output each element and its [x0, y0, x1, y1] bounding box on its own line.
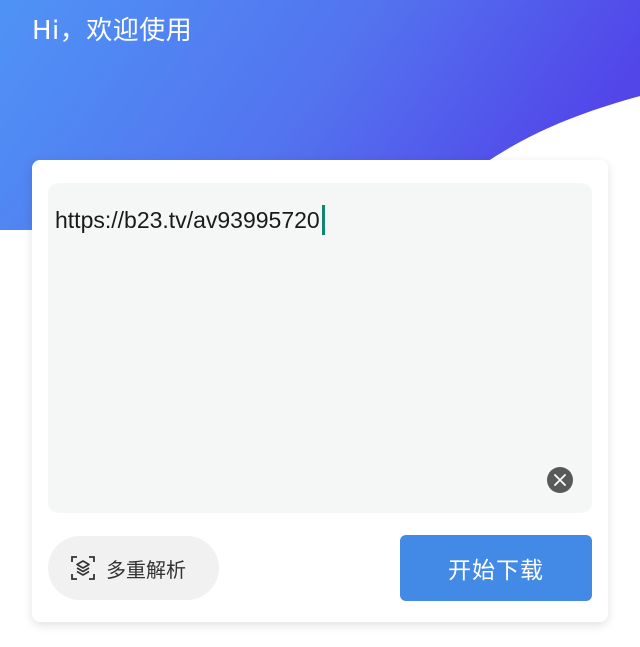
text-cursor	[321, 205, 325, 235]
url-input[interactable]: https://b23.tv/av93995720	[55, 205, 325, 235]
url-input-value: https://b23.tv/av93995720	[55, 206, 320, 233]
multi-parse-button[interactable]: 多重解析	[48, 536, 219, 600]
url-input-area[interactable]: https://b23.tv/av93995720	[48, 183, 592, 513]
multi-parse-label: 多重解析	[106, 557, 186, 582]
clear-input-button[interactable]	[547, 467, 573, 493]
greeting-title: Hi，欢迎使用	[32, 16, 193, 46]
scan-layers-icon	[70, 555, 96, 581]
start-download-button[interactable]: 开始下载	[400, 535, 592, 601]
download-card: https://b23.tv/av93995720 多重解析 开始下载	[32, 160, 608, 622]
clear-circle-icon	[554, 474, 566, 486]
